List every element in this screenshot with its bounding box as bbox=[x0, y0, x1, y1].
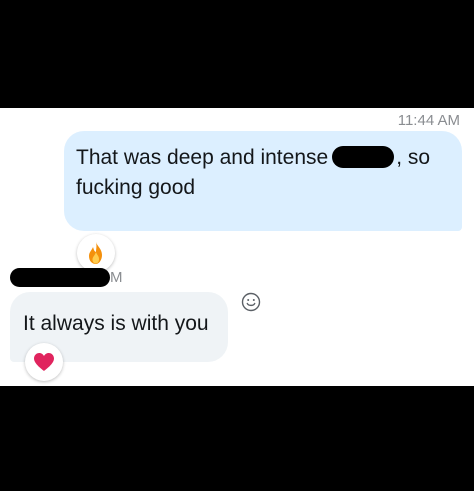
redacted-sender-name bbox=[10, 267, 110, 287]
heart-reaction[interactable] bbox=[25, 343, 63, 381]
sent-message-line-2: fucking good bbox=[76, 176, 196, 199]
received-message-text: It always is with you bbox=[23, 312, 209, 335]
conversation-view: 11:44 AM That was deep and intense , so f… bbox=[0, 108, 474, 386]
add-reaction-button[interactable] bbox=[241, 292, 261, 312]
sent-text-part-2: , so bbox=[396, 146, 431, 169]
sent-message-bubble[interactable]: That was deep and intense , so fucking go… bbox=[64, 131, 462, 272]
screenshot-frame: 11:44 AM That was deep and intense , so f… bbox=[0, 0, 474, 491]
heart-icon bbox=[34, 353, 54, 371]
sent-text-part-1: That was deep and intense bbox=[76, 146, 329, 169]
sender-name-suffix: M bbox=[110, 268, 123, 286]
sent-message-line-1: That was deep and intense , so bbox=[76, 143, 456, 173]
sent-message-text: That was deep and intense , so fucking go… bbox=[76, 143, 456, 203]
message-timestamp: 11:44 AM bbox=[397, 112, 460, 129]
redacted-name-block bbox=[332, 146, 395, 168]
smiley-icon bbox=[241, 292, 261, 312]
fire-icon bbox=[89, 242, 102, 264]
sender-name-row: M bbox=[10, 267, 123, 287]
